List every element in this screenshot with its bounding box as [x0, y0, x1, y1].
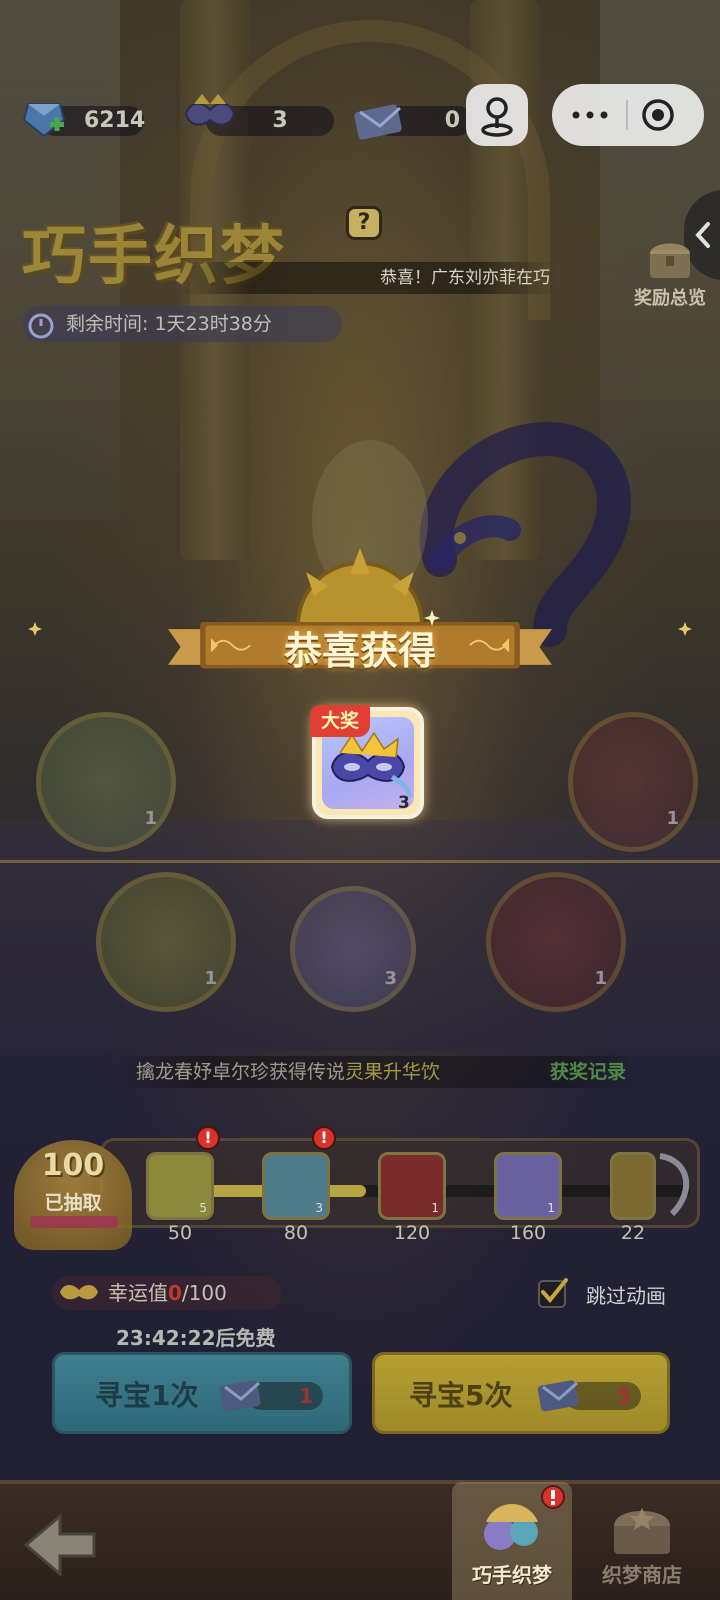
stopwatch-icon [28, 313, 54, 339]
prize-slot-2: 1 [568, 712, 698, 852]
draw-five-cost-value: 5 [617, 1384, 631, 1408]
milestone-reward[interactable]: 5 [146, 1152, 214, 1220]
luck-max: /100 [181, 1281, 227, 1305]
back-arrow-icon [23, 1512, 96, 1578]
alert-icon: ! [196, 1126, 220, 1150]
draw-five-label: 寻宝5次 [409, 1379, 513, 1412]
glow-divider [0, 860, 720, 863]
timer-text: 剩余时间: 1天23时38分 [66, 313, 272, 335]
grand-prize-badge: 大奖 [310, 705, 370, 737]
event-timer: 剩余时间: 1天23时38分 [22, 306, 342, 342]
checkbox-checked-icon [538, 1278, 568, 1308]
capsule-divider [626, 100, 628, 130]
prize-count: 1 [144, 808, 157, 829]
prize-slot-3: 1 [96, 872, 236, 1012]
draw-five-button[interactable]: 寻宝5次 5 [372, 1352, 670, 1434]
milestone-value: 22 [620, 1222, 646, 1244]
track-end-ornament [659, 1153, 690, 1217]
tab-weave-dream-label: 巧手织梦 [472, 1563, 552, 1587]
milestone-item-count: 1 [547, 1201, 555, 1215]
ticket-envelope-icon [354, 104, 402, 140]
close-target-icon[interactable] [638, 97, 678, 133]
gem-icon[interactable] [20, 96, 68, 140]
milestone-value: 80 [283, 1222, 309, 1244]
alert-icon: ! [312, 1126, 336, 1150]
prize-slot-5: 1 [486, 872, 626, 1012]
milestone-value: 120 [393, 1222, 431, 1244]
announce-item: 灵果升华饮 [345, 1061, 441, 1083]
sparkle-icon [28, 622, 42, 636]
mask-count: 3 [272, 108, 288, 133]
prize-count: 1 [666, 808, 679, 829]
luck-current: 0 [168, 1281, 182, 1305]
milestone-value: 50 [167, 1222, 193, 1244]
menu-capsule [552, 84, 704, 146]
mask-icon [184, 94, 236, 126]
gem-count: 6214 [84, 108, 146, 133]
reward-item-count: 3 [398, 793, 410, 813]
draw-once-cost-value: 1 [299, 1384, 313, 1408]
announcement-bar: 擒龙春妤卓尔珍获得传说灵果升华饮 获奖记录 [118, 1056, 638, 1088]
free-timer: 23:42:22后免费 [116, 1326, 276, 1350]
back-button[interactable] [20, 1510, 100, 1580]
sparkle-icon [678, 622, 692, 636]
shop-chest-icon [614, 1508, 670, 1554]
skip-animation-label: 跳过动画 [586, 1284, 666, 1308]
draw-once-label: 寻宝1次 [95, 1379, 199, 1412]
prize-count: 3 [384, 968, 397, 989]
milestone-reward[interactable]: 1 [378, 1152, 446, 1220]
milestone-value: 160 [509, 1222, 547, 1244]
milestone-item-count: 3 [315, 1201, 323, 1215]
reward-title: 恭喜获得 [283, 629, 436, 673]
announce-text: 擒龙春妤卓尔珍获得传说 [136, 1061, 346, 1083]
milestone-item-count: 5 [199, 1201, 207, 1215]
prize-count: 1 [204, 968, 217, 989]
ticker-text: 恭喜！广东刘亦菲在巧 [380, 268, 550, 288]
skip-animation-toggle[interactable] [536, 1276, 576, 1312]
prize-slot-1: 1 [36, 712, 176, 852]
sparkle-icon [424, 610, 440, 626]
milestone-item-count: 1 [431, 1201, 439, 1215]
reward-overview-label: 奖励总览 [634, 288, 706, 309]
help-icon: ? [357, 210, 371, 235]
ticket-envelope-icon [219, 1380, 261, 1412]
draw-once-button[interactable]: 寻宝1次 1 [52, 1352, 352, 1434]
tab-dream-shop-label: 织梦商店 [602, 1563, 682, 1587]
prize-count: 1 [594, 968, 607, 989]
gold-mask-icon [60, 1285, 98, 1300]
luck-meter: 幸运值0/100 [52, 1276, 282, 1310]
milestone-reward[interactable]: 3 [262, 1152, 330, 1220]
records-link[interactable]: 获奖记录 [550, 1056, 626, 1088]
milestone-reward[interactable]: 1 [494, 1152, 562, 1220]
location-button[interactable] [466, 84, 528, 146]
treasure-chest-icon [650, 243, 690, 278]
milestone-reward[interactable] [610, 1152, 656, 1220]
ticket-envelope-icon [537, 1380, 579, 1412]
draw-count-label: 已抽取 [44, 1192, 102, 1214]
prize-slot-4: 3 [290, 886, 416, 1012]
more-options-icon[interactable] [570, 104, 610, 126]
help-button[interactable]: ? [346, 206, 382, 240]
news-ticker: 恭喜！广东刘亦菲在巧 [178, 262, 558, 294]
tab-weave-dream[interactable]: 巧手织梦 [452, 1482, 572, 1600]
draw-count: 100 [41, 1148, 105, 1183]
reward-overview-button[interactable]: 奖励总览 [620, 232, 720, 310]
luck-label: 幸运值 [108, 1281, 168, 1305]
alert-icon [541, 1485, 565, 1509]
draw-count-bar [30, 1216, 118, 1228]
ticket-count: 0 [444, 108, 460, 133]
tab-dream-shop[interactable]: 织梦商店 [582, 1482, 702, 1600]
location-pin-icon [481, 97, 513, 137]
